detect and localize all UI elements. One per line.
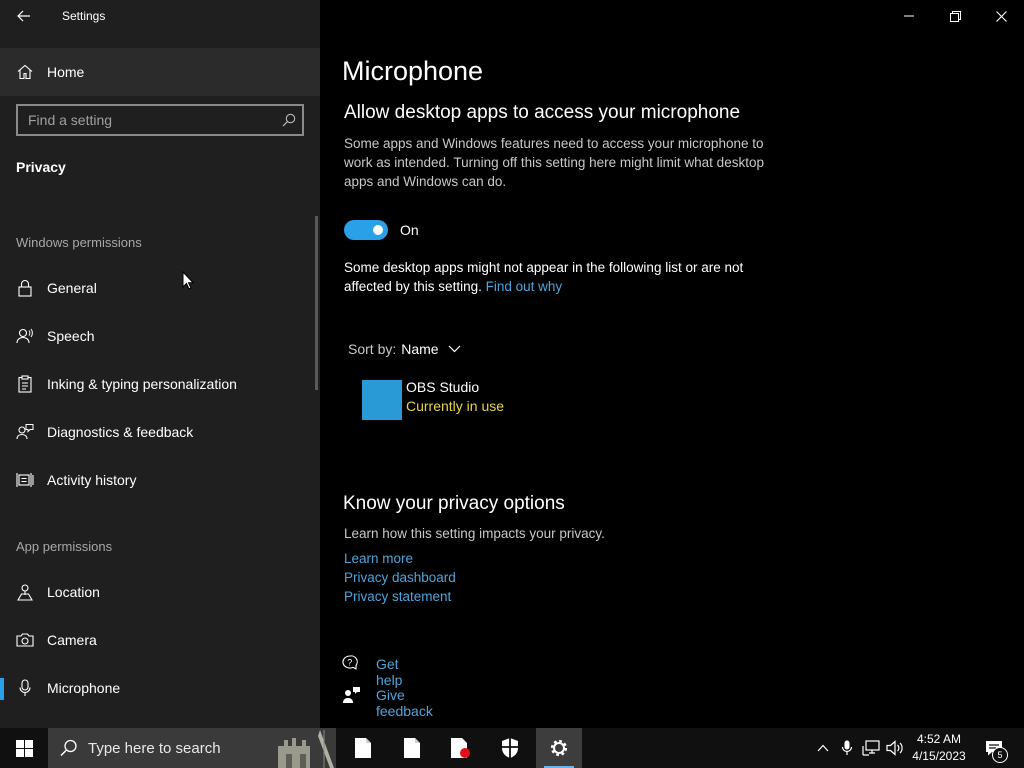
sidebar-scrollbar[interactable] — [315, 216, 318, 390]
camera-icon — [16, 631, 34, 649]
sidebar: Settings Home Privacy Windows permission… — [0, 0, 320, 728]
chevron-up-icon — [817, 744, 829, 752]
notification-count-badge: 5 — [992, 747, 1008, 763]
app-title: Settings — [62, 9, 106, 23]
sort-by-dropdown[interactable]: Sort by: Name — [348, 341, 461, 357]
search-highlight-image-icon — [264, 728, 336, 768]
learn-more-link[interactable]: Learn more — [344, 551, 413, 566]
home-icon — [16, 64, 34, 80]
lock-icon — [16, 279, 34, 297]
sidebar-item-microphone[interactable]: Microphone — [0, 669, 318, 709]
taskbar-app-document[interactable] — [389, 728, 435, 768]
get-help-label: Get help — [376, 656, 403, 688]
title-bar: Settings — [0, 0, 320, 32]
page-title: Microphone — [342, 56, 484, 86]
back-button[interactable] — [10, 3, 38, 29]
toggle-state-label: On — [400, 222, 419, 238]
app-status: Currently in use — [406, 398, 505, 414]
help-chat-icon: ? — [342, 655, 362, 673]
taskbar-app-settings[interactable] — [536, 728, 582, 768]
show-hidden-icons-button[interactable] — [812, 728, 834, 768]
settings-gear-icon — [550, 739, 568, 757]
sidebar-item-label: General — [47, 280, 97, 296]
taskbar-search-input[interactable] — [88, 728, 258, 768]
section-title: Privacy — [16, 159, 66, 175]
sidebar-item-label: Diagnostics & feedback — [47, 424, 194, 440]
privacy-statement-link[interactable]: Privacy statement — [344, 589, 451, 604]
taskbar-clock[interactable]: 4:52 AM 4/15/2023 — [906, 731, 972, 765]
feedback-person-icon — [342, 686, 362, 704]
sidebar-item-label: Speech — [47, 328, 95, 344]
search-settings-box[interactable] — [16, 104, 304, 136]
toggle-knob — [373, 225, 383, 235]
taskbar-app-file-explorer[interactable] — [340, 728, 386, 768]
privacy-dashboard-link[interactable]: Privacy dashboard — [344, 570, 456, 585]
start-button[interactable] — [0, 728, 48, 768]
network-icon — [862, 740, 880, 756]
tray-volume-button[interactable] — [884, 728, 906, 768]
windows-permissions-header: Windows permissions — [16, 235, 142, 250]
location-icon — [16, 583, 34, 601]
app-name: OBS Studio — [406, 379, 480, 395]
taskbar-app-pdf[interactable] — [438, 728, 484, 768]
privacy-options-heading: Know your privacy options — [343, 493, 565, 514]
sidebar-item-general[interactable]: General — [0, 269, 318, 309]
mouse-cursor-icon — [182, 271, 194, 290]
section-description: Some apps and Windows features need to a… — [344, 136, 764, 189]
desktop-apps-access-toggle[interactable] — [344, 220, 388, 240]
pdf-icon — [451, 738, 470, 758]
svg-text:?: ? — [347, 658, 352, 668]
sidebar-item-location[interactable]: Location — [0, 573, 318, 613]
volume-icon — [886, 740, 903, 756]
taskbar: 4:52 AM 4/15/2023 5 — [0, 728, 1024, 768]
document-icon — [404, 738, 420, 758]
sidebar-item-label: Inking & typing personalization — [47, 376, 237, 392]
microphone-in-use-icon — [841, 740, 853, 755]
search-icon — [282, 113, 296, 127]
search-input[interactable] — [18, 106, 278, 134]
security-shield-icon — [502, 738, 518, 758]
sidebar-item-inking-typing[interactable]: Inking & typing personalization — [0, 365, 318, 405]
sidebar-item-diagnostics[interactable]: Diagnostics & feedback — [0, 413, 318, 453]
back-arrow-icon — [17, 10, 30, 22]
sidebar-item-label: Location — [47, 584, 100, 600]
desktop-apps-note: Some desktop apps might not appear in th… — [344, 258, 794, 296]
section-heading: Allow desktop apps to access your microp… — [344, 102, 741, 123]
find-out-why-link[interactable]: Find out why — [486, 279, 563, 294]
clock-date: 4/15/2023 — [912, 749, 966, 763]
taskbar-app-security[interactable] — [487, 728, 533, 768]
microphone-icon — [16, 679, 34, 697]
give-feedback-label: Give feedback — [376, 687, 433, 719]
app-list-item: OBS Studio Currently in use — [362, 378, 662, 422]
chevron-down-icon — [448, 345, 461, 353]
sidebar-item-label: Home — [47, 64, 85, 80]
file-explorer-icon — [355, 738, 371, 758]
sidebar-item-speech[interactable]: Speech — [0, 317, 318, 357]
clipboard-icon — [16, 375, 34, 393]
sidebar-item-label: Camera — [47, 632, 97, 648]
taskbar-search-box[interactable] — [48, 728, 336, 768]
timeline-icon — [16, 471, 34, 489]
sidebar-item-label: Microphone — [47, 680, 121, 696]
speech-icon — [16, 327, 34, 345]
sidebar-item-label: Activity history — [47, 472, 137, 488]
search-icon — [60, 739, 78, 757]
sidebar-item-activity-history[interactable]: Activity history — [0, 461, 318, 501]
tray-microphone-button[interactable] — [836, 728, 858, 768]
sidebar-item-camera[interactable]: Camera — [0, 621, 318, 661]
windows-logo-icon — [15, 739, 33, 757]
sidebar-item-home[interactable]: Home — [0, 48, 320, 96]
privacy-description: Learn how this setting impacts your priv… — [344, 526, 605, 541]
sort-value: Name — [401, 341, 439, 357]
app-permissions-header: App permissions — [16, 539, 113, 554]
app-tile-icon — [362, 380, 402, 420]
sort-label: Sort by: — [348, 341, 397, 357]
main-content: Microphone Allow desktop apps to access … — [320, 0, 1024, 728]
clock-time: 4:52 AM — [916, 732, 962, 746]
feedback-icon — [16, 423, 34, 441]
tray-network-button[interactable] — [860, 728, 882, 768]
